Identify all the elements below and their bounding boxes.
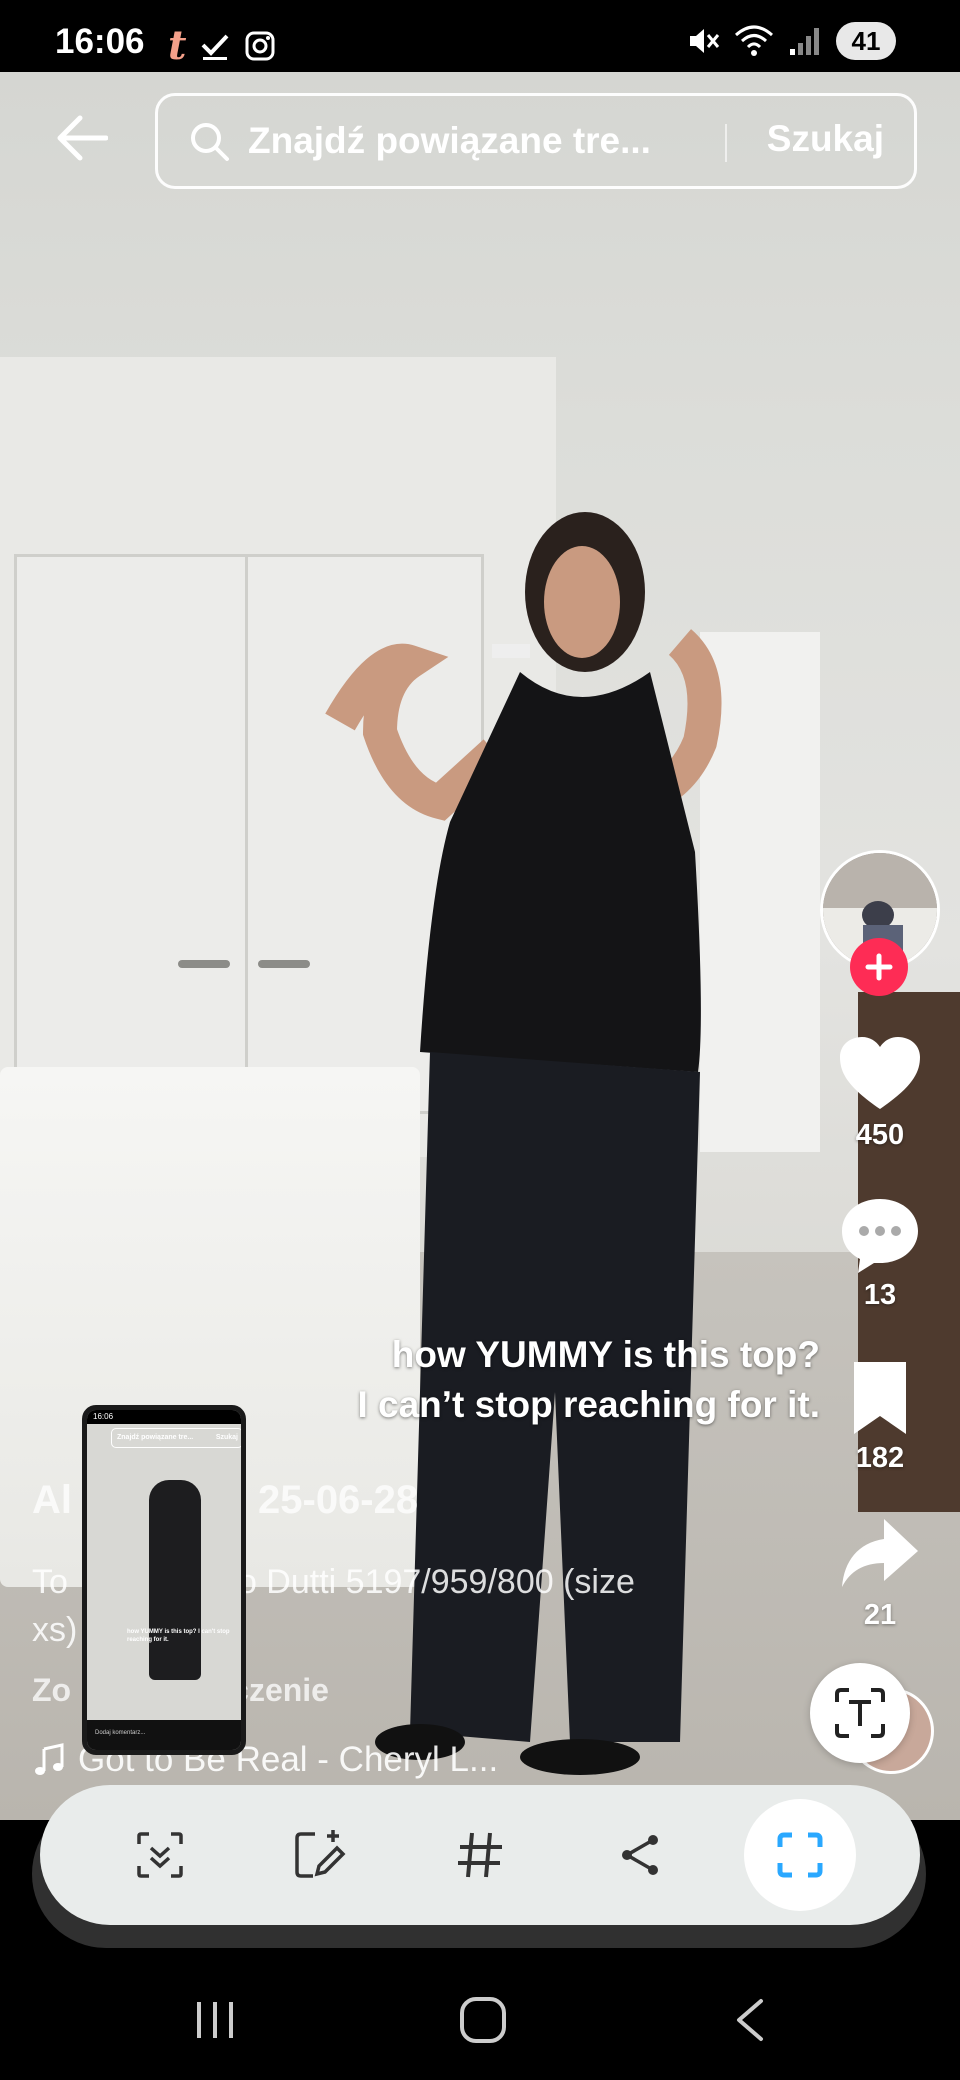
thumb-search: Znajdź powiązane tre... Szukaj [111, 1428, 241, 1448]
signal-icon [790, 28, 819, 55]
home-button[interactable] [448, 1990, 518, 2050]
recents-icon [197, 2002, 233, 2038]
text-scan-icon [835, 1688, 885, 1738]
author-name[interactable]: Al [32, 1478, 72, 1523]
check-icon [202, 34, 229, 60]
scene-handle [258, 960, 310, 968]
thumb-search-text: Znajdź powiązane tre... [117, 1434, 194, 1441]
draw-edit-icon [295, 1830, 346, 1878]
screenshot-thumbnail[interactable]: 16:06 Znajdź powiązane tre... Szukaj how… [82, 1405, 246, 1755]
search-input[interactable]: Znajdź powiązane tre... [248, 120, 703, 162]
hashtag-button[interactable] [440, 1815, 520, 1895]
heart-icon [840, 1037, 920, 1109]
home-icon [460, 1997, 506, 2043]
mute-icon [690, 29, 720, 53]
scene-handle [178, 960, 230, 968]
navigation-bar [0, 1960, 960, 2080]
share-count: 21 [863, 1599, 897, 1631]
instagram-icon [245, 31, 275, 60]
like-count: 450 [855, 1119, 905, 1151]
search-icon [191, 123, 229, 161]
thumb-caption: how YUMMY is this top? I can't stop reac… [127, 1629, 230, 1643]
capture-more-button[interactable] [744, 1799, 856, 1911]
post-date: 25-06-28 [258, 1478, 419, 1522]
wifi-icon [735, 25, 773, 56]
back-nav-button[interactable] [716, 1990, 786, 2050]
thumb-figure [149, 1480, 201, 1680]
thumb-status-time: 16:06 [87, 1410, 241, 1424]
save-action[interactable]: 182 [820, 1358, 940, 1475]
share-action[interactable]: 21 [820, 1515, 940, 1632]
music-note-icon [35, 1743, 64, 1775]
plus-icon [865, 953, 893, 981]
like-action[interactable]: 450 [820, 1035, 940, 1152]
search-divider [725, 124, 727, 162]
smart-select-icon [137, 1832, 183, 1878]
follow-plus-button[interactable] [850, 938, 908, 996]
back-icon [737, 1999, 763, 2041]
screenshot-toolbar [40, 1785, 920, 1925]
draw-edit-button[interactable] [280, 1815, 360, 1895]
recents-button[interactable] [180, 1990, 250, 2050]
status-time: 16:06 [55, 22, 145, 61]
battery-indicator: 41 [836, 22, 896, 60]
share-arrow-icon [842, 1519, 918, 1587]
bookmark-icon [854, 1362, 906, 1434]
comment-action[interactable]: 13 [820, 1195, 940, 1312]
caption-line-1: how YUMMY is this top? [391, 1334, 820, 1375]
search-bar[interactable]: Znajdź powiązane tre... Szukaj [155, 93, 917, 189]
video-caption-overlay: how YUMMY is this top? I can’t stop reac… [320, 1330, 820, 1430]
status-right-icons: 41 [686, 22, 896, 60]
status-bar: 16:06 t 41 [0, 0, 960, 72]
extract-text-button[interactable] [810, 1663, 910, 1763]
scene-closet-split [245, 554, 248, 1114]
thumb-comment: Dodaj komentarz... [95, 1730, 146, 1736]
capture-more-icon [777, 1832, 823, 1878]
comment-icon [842, 1199, 918, 1273]
status-left-icons: t [168, 22, 276, 69]
smart-select-button[interactable] [120, 1815, 200, 1895]
comment-count: 13 [863, 1279, 897, 1311]
arrow-left-icon [57, 115, 108, 161]
tiktok-t-icon: t [168, 22, 187, 69]
share-button[interactable] [600, 1815, 680, 1895]
share-icon [622, 1835, 658, 1875]
search-submit-button[interactable]: Szukaj [767, 118, 884, 160]
thumb-search-submit: Szukaj [215, 1434, 238, 1441]
save-count: 182 [855, 1442, 905, 1474]
hashtag-icon [458, 1832, 502, 1878]
caption-line-2: I can’t stop reaching for it. [357, 1384, 820, 1425]
back-button[interactable] [52, 108, 112, 168]
